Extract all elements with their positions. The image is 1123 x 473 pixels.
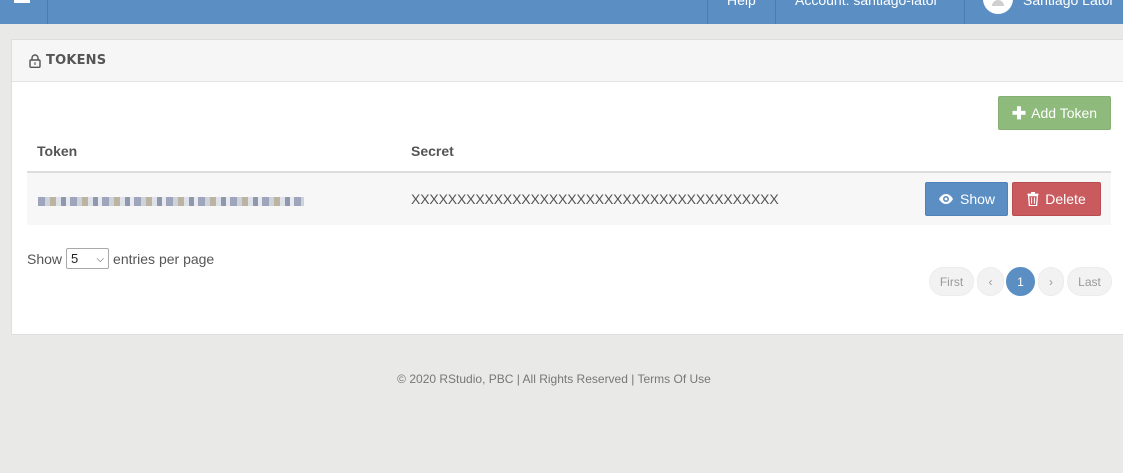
chevron-down-icon: ⌵ — [96, 254, 105, 265]
add-token-button[interactable]: ✚ Add Token — [998, 96, 1111, 130]
terms-of-use-link[interactable]: Terms Of Use — [637, 372, 710, 386]
tokens-panel: TOKENS ✚ Add Token Token Secret XXXXXXXX… — [11, 39, 1123, 335]
navbar-divider — [775, 0, 776, 24]
footer: © 2020 RStudio, PBC | All Rights Reserve… — [0, 372, 1123, 386]
add-token-label: Add Token — [1031, 105, 1098, 121]
user-menu[interactable]: Santiago Lator — [1023, 0, 1114, 8]
account-menu[interactable]: Account: santiago-lator — [795, 0, 938, 8]
trash-icon — [1027, 192, 1039, 206]
entries-select[interactable]: 5 ⌵ — [66, 248, 110, 269]
entries-suffix-label: entries per page — [113, 250, 215, 267]
table-row: XXXXXXXXXXXXXXXXXXXXXXXXXXXXXXXXXXXXXXXX… — [27, 173, 1111, 225]
delete-label: Delete — [1045, 191, 1086, 207]
secret-value: XXXXXXXXXXXXXXXXXXXXXXXXXXXXXXXXXXXXXXXX — [411, 191, 779, 207]
pagination-page-1[interactable]: 1 — [1006, 267, 1035, 296]
lock-icon — [29, 54, 41, 68]
page-size-control: Show 5 ⌵ entries per page — [27, 248, 214, 269]
entries-select-value: 5 — [71, 251, 79, 266]
footer-copyright: © 2020 RStudio, PBC | All Rights Reserve… — [397, 372, 638, 386]
top-navbar: Help Account: santiago-lator Santiago La… — [0, 0, 1123, 24]
show-entries-label: Show — [27, 250, 63, 267]
navbar-divider — [47, 0, 48, 24]
help-link[interactable]: Help — [727, 0, 756, 8]
panel-header: TOKENS — [12, 40, 1123, 82]
pagination-prev[interactable]: ‹ — [977, 267, 1004, 296]
pagination-next[interactable]: › — [1038, 267, 1064, 296]
navbar-divider — [707, 0, 708, 24]
show-secret-button[interactable]: Show — [925, 182, 1008, 216]
panel-title: TOKENS — [46, 53, 107, 68]
avatar[interactable] — [983, 0, 1013, 14]
hamburger-icon[interactable] — [14, 0, 30, 3]
token-value-redacted — [38, 197, 304, 206]
pagination-first[interactable]: First — [929, 267, 974, 296]
pagination-last[interactable]: Last — [1067, 267, 1112, 296]
column-header-token[interactable]: Token — [37, 143, 77, 159]
show-label: Show — [959, 191, 996, 207]
eye-icon — [938, 194, 953, 204]
column-header-secret[interactable]: Secret — [411, 143, 454, 159]
plus-icon: ✚ — [1011, 103, 1027, 123]
navbar-divider — [964, 0, 965, 24]
delete-token-button[interactable]: Delete — [1012, 182, 1101, 216]
